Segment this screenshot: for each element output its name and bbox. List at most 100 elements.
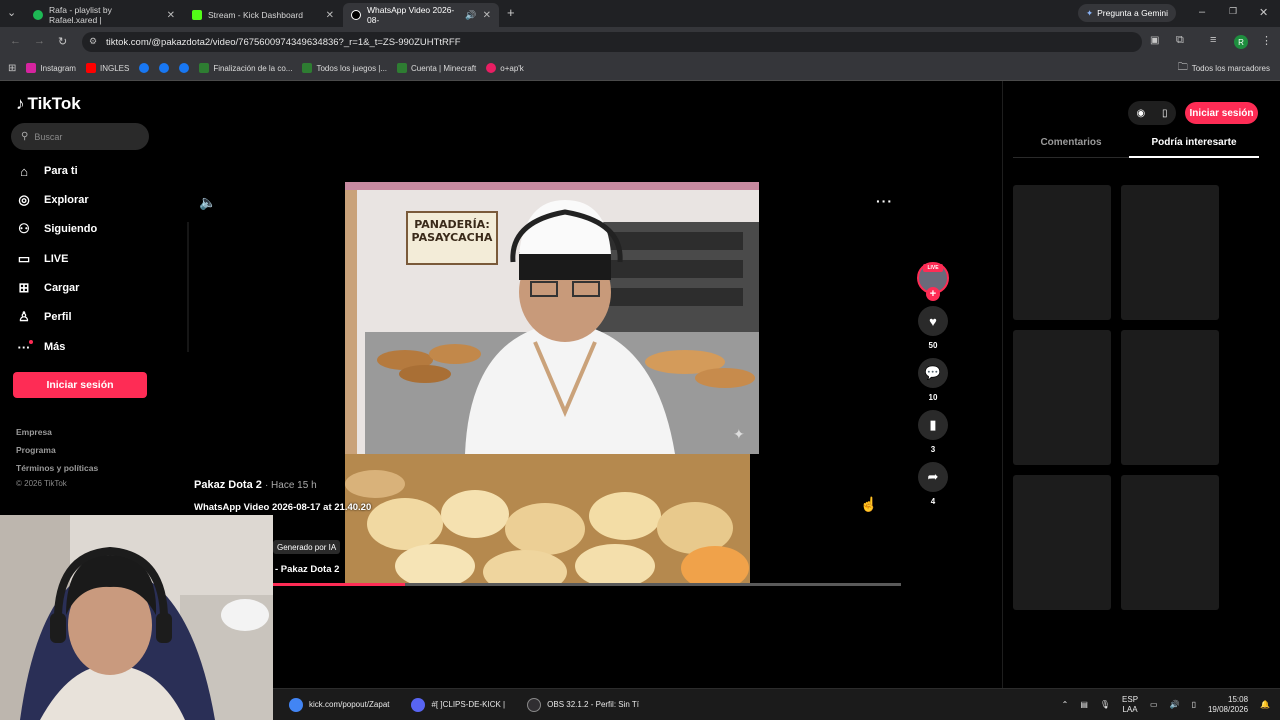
bookmark-finalizacion[interactable]: Finalización de la co... bbox=[199, 63, 292, 73]
search-input[interactable]: ⚲ Buscar bbox=[11, 123, 149, 150]
video-author-line[interactable]: Pakaz Dota 2 · Hace 15 h bbox=[194, 479, 317, 491]
bookmark-label: Cuenta | Minecraft bbox=[411, 63, 477, 73]
suggested-video-thumb[interactable] bbox=[1121, 185, 1219, 320]
login-button-top[interactable]: Iniciar sesión bbox=[1185, 102, 1258, 124]
suggested-video-thumb[interactable] bbox=[1121, 330, 1219, 465]
media-icon[interactable]: ≡ bbox=[1210, 34, 1216, 46]
clock-date: 19/08/2026 bbox=[1207, 704, 1249, 714]
sidebar-scrollbar[interactable] bbox=[187, 222, 189, 352]
taskbar-label: #[ ]CLIPS-DE-KICK | bbox=[431, 700, 506, 709]
bookmark-facebook-2[interactable] bbox=[159, 63, 170, 73]
bookmark-oapk[interactable]: o+ap'k bbox=[486, 63, 524, 73]
nav-siguiendo[interactable]: ⚇ Siguiendo bbox=[16, 218, 97, 240]
notification-dot bbox=[29, 340, 33, 344]
tab-spotify[interactable]: Rafa - playlist by Rafael.xared | ✕ bbox=[25, 3, 183, 27]
suggested-video-thumb[interactable] bbox=[1121, 475, 1219, 610]
language-indicator[interactable]: ESP LAA bbox=[1122, 695, 1138, 715]
reload-icon[interactable]: ↻ bbox=[58, 35, 67, 48]
sparkle-icon: ✦ bbox=[733, 426, 745, 442]
bookmark-label: Todos los marcadores bbox=[1191, 63, 1270, 73]
nav-live[interactable]: ▭ LIVE bbox=[16, 248, 69, 270]
sound-label[interactable]: - Pakaz Dota 2 bbox=[275, 564, 339, 575]
more-options-icon[interactable]: ··· bbox=[876, 193, 893, 209]
tray-expand-icon[interactable]: ⌃ bbox=[1062, 700, 1069, 709]
bookmark-facebook-1[interactable] bbox=[139, 63, 150, 73]
extensions-icon[interactable]: ⧉ bbox=[1176, 34, 1184, 47]
tab-interest[interactable]: Podría interesarte bbox=[1129, 137, 1259, 148]
tab-title: Rafa - playlist by Rafael.xared | bbox=[49, 5, 112, 25]
footer-terminos[interactable]: Términos y políticas bbox=[16, 463, 98, 473]
url-field[interactable]: ⚙ tiktok.com/@pakazdota2/video/767560097… bbox=[82, 32, 1142, 52]
suggested-video-thumb[interactable] bbox=[1013, 475, 1111, 610]
clock[interactable]: 15:08 19/08/2026 bbox=[1208, 695, 1248, 715]
like-button[interactable]: ♥ bbox=[918, 306, 948, 336]
nav-cargar[interactable]: ⊞ Cargar bbox=[16, 277, 80, 299]
bookmark-instagram[interactable]: Instagram bbox=[26, 63, 76, 73]
nav-label: Más bbox=[44, 341, 66, 353]
tab-comments[interactable]: Comentarios bbox=[1013, 137, 1129, 148]
all-bookmarks-folder[interactable]: 🗀 Todos los marcadores bbox=[1178, 60, 1270, 77]
profile-avatar[interactable]: R bbox=[1234, 35, 1248, 49]
video-player[interactable]: PANADERÍA: PASAYCACHA ✦ bbox=[345, 182, 759, 454]
save-count: 3 bbox=[930, 445, 936, 454]
close-icon[interactable]: ✕ bbox=[326, 10, 334, 21]
bookmark-minecraft[interactable]: Cuenta | Minecraft bbox=[397, 63, 476, 73]
close-icon[interactable]: ✕ bbox=[483, 10, 491, 21]
maximize-icon[interactable]: ❐ bbox=[1229, 6, 1237, 17]
login-button[interactable]: Iniciar sesión bbox=[13, 372, 147, 398]
tiktok-logo[interactable]: ♪ TikTok bbox=[16, 94, 81, 114]
tray-app-icon[interactable]: ▤ bbox=[1080, 700, 1088, 709]
coin-icon[interactable]: ◉ bbox=[1136, 108, 1145, 119]
nav-perfil[interactable]: ♙ Perfil bbox=[16, 306, 72, 328]
tab-tiktok[interactable]: WhatsApp Video 2026-08- 🔊 ✕ bbox=[343, 3, 499, 27]
battery-icon[interactable]: ▯ bbox=[1192, 700, 1196, 709]
taskbar-discord[interactable]: #[ ]CLIPS-DE-KICK | bbox=[405, 689, 511, 720]
save-button[interactable]: ▮ bbox=[918, 410, 948, 440]
tab-search-icon[interactable]: ⌄ bbox=[7, 6, 16, 19]
nav-mas[interactable]: ··· Más bbox=[16, 336, 66, 358]
nav-para-ti[interactable]: ⌂ Para ti bbox=[16, 160, 78, 182]
facebook-icon bbox=[139, 63, 150, 73]
bookmark-label: o+ap'k bbox=[500, 63, 524, 73]
comment-button[interactable]: 💬 bbox=[918, 358, 948, 388]
browser-tab-bar: ⌄ Rafa - playlist by Rafael.xared | ✕ St… bbox=[0, 0, 1280, 27]
window-close-icon[interactable]: ✕ bbox=[1259, 6, 1268, 19]
network-icon[interactable]: ▭ bbox=[1150, 700, 1158, 709]
suggested-video-thumb[interactable] bbox=[1013, 185, 1111, 320]
notification-bell-icon[interactable]: 🔔 bbox=[1260, 700, 1270, 709]
apps-icon[interactable]: ⊞ bbox=[8, 63, 16, 74]
upload-icon: ⊞ bbox=[18, 280, 30, 295]
footer-empresa[interactable]: Empresa bbox=[16, 427, 52, 437]
bookmark-ingles[interactable]: INGLES bbox=[85, 63, 129, 73]
author-name[interactable]: Pakaz Dota 2 bbox=[194, 479, 262, 491]
cast-icon[interactable]: ▣ bbox=[1150, 35, 1159, 46]
tab-kick[interactable]: Stream - Kick Dashboard ✕ bbox=[184, 3, 342, 27]
forward-icon[interactable]: → bbox=[34, 35, 45, 47]
speaker-icon[interactable]: 🔊 bbox=[465, 10, 476, 21]
tab-title: Stream - Kick Dashboard bbox=[208, 10, 303, 20]
volume-icon[interactable]: 🔊 bbox=[1170, 700, 1180, 709]
minimize-icon[interactable]: – bbox=[1199, 6, 1205, 18]
footer-programa[interactable]: Programa bbox=[16, 445, 56, 455]
microphone-icon[interactable]: 🎙 bbox=[1100, 700, 1110, 709]
new-tab-icon[interactable]: + bbox=[507, 5, 515, 20]
back-icon[interactable]: ← bbox=[10, 35, 21, 47]
panel-icon-group: ◉ ▯ bbox=[1128, 101, 1176, 125]
gemini-button[interactable]: ✦ Pregunta a Gemini bbox=[1078, 4, 1176, 22]
taskbar-obs[interactable]: OBS 32.1.2 - Perfil: Sin Tí bbox=[521, 689, 645, 720]
nav-explorar[interactable]: ◎ Explorar bbox=[16, 189, 88, 211]
suggested-video-thumb[interactable] bbox=[1013, 330, 1111, 465]
device-icon[interactable]: ▯ bbox=[1162, 108, 1168, 119]
mute-icon[interactable]: 🔈 bbox=[199, 194, 216, 211]
nav-label: Perfil bbox=[44, 311, 72, 323]
bookmark-facebook-3[interactable] bbox=[179, 63, 190, 73]
sign-line-2: PASAYCACHA bbox=[411, 231, 493, 244]
bookmark-juegos[interactable]: Todos los juegos |... bbox=[302, 63, 387, 73]
taskbar-chrome-kick[interactable]: kick.com/popout/Zapat bbox=[283, 689, 395, 720]
menu-icon[interactable]: ⋮ bbox=[1261, 34, 1272, 47]
site-info-icon[interactable]: ⚙ bbox=[89, 36, 97, 47]
share-button[interactable]: ➦ bbox=[918, 462, 948, 492]
bookmark-label: Finalización de la co... bbox=[213, 63, 293, 73]
follow-plus-icon[interactable]: + bbox=[926, 287, 940, 301]
close-icon[interactable]: ✕ bbox=[167, 10, 175, 21]
